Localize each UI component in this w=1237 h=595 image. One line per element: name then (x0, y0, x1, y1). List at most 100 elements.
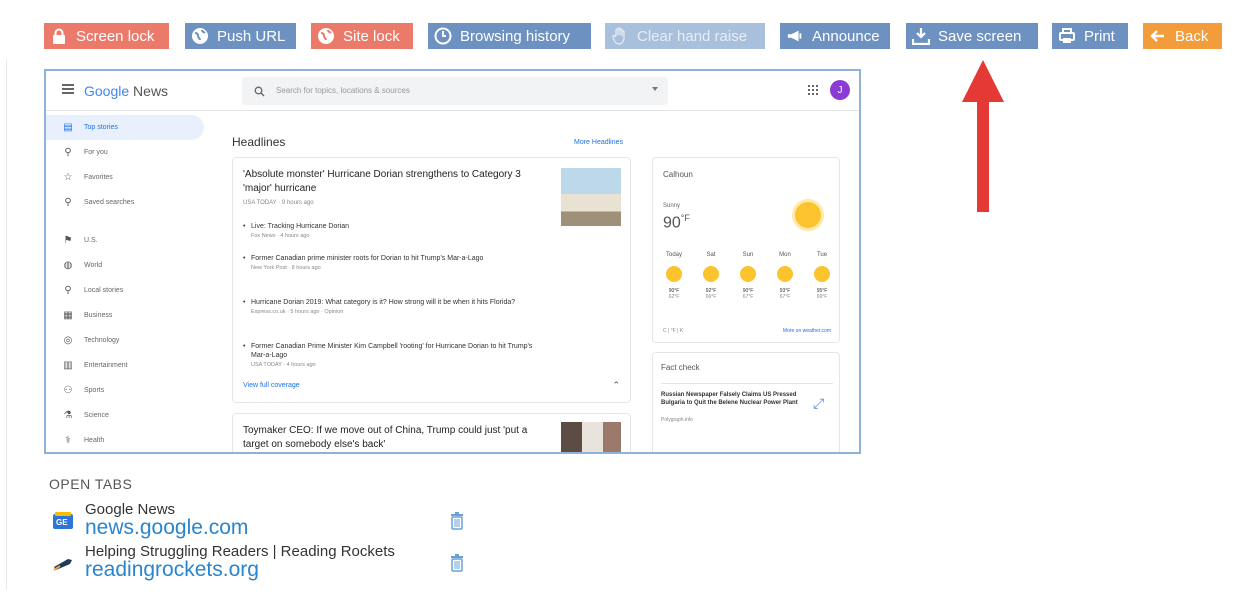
clock-icon (434, 27, 452, 45)
forecast-day: Sat 92°F 66°F (696, 252, 726, 300)
main-story-card: 'Absolute monster' Hurricane Dorian stre… (232, 157, 631, 403)
bullet: • (243, 343, 246, 350)
print-label: Print (1084, 27, 1115, 45)
flag-icon: ⚑ (63, 235, 73, 246)
tab-url-link[interactable]: news.google.com (85, 516, 248, 540)
more-headlines-link: More Headlines (574, 139, 624, 146)
chevron-down-icon (652, 87, 658, 91)
bullet: • (243, 223, 246, 230)
sidebar-item-label: Business (84, 312, 113, 319)
sub-story-source: New York Post · 8 hours ago (251, 265, 321, 271)
logo-news: News (133, 83, 169, 99)
clear-hand-raise-button[interactable]: Clear hand raise (605, 23, 765, 49)
apps-grid-icon (808, 85, 818, 95)
browsing-history-button[interactable]: Browsing history (428, 23, 591, 49)
weather-city: Calhoun (663, 170, 693, 179)
open-tab-row[interactable]: Helping Struggling Readers | Reading Roc… (52, 543, 472, 585)
megaphone-icon (786, 27, 804, 45)
google-news-icon: GE (52, 511, 74, 531)
star-icon: ☆ (63, 172, 73, 183)
sidebar-item-label: Local stories (84, 287, 124, 294)
forecast-day: Today 90°F 62°F (659, 252, 689, 300)
sidebar-item-label: Health (84, 437, 105, 444)
bullet: • (243, 255, 246, 262)
weather-more-link: More on weather.com (782, 328, 831, 334)
sidebar-item-local-stories: ⚲ Local stories (46, 278, 216, 303)
menu-icon (62, 84, 74, 94)
sun-icon (666, 266, 682, 282)
weather-card: Calhoun Sunny 90°F Today 90°F 62°F Sat 92°F… (652, 157, 840, 343)
expand-icon: ⤢ (813, 395, 825, 411)
back-button[interactable]: Back (1143, 23, 1222, 49)
sidebar-item-us: ⚑ U.S. (46, 228, 216, 253)
site-lock-label: Site lock (343, 27, 400, 45)
printer-icon (1058, 27, 1076, 45)
bike-icon: ⚇ (63, 385, 73, 396)
sidebar-item-label: Sports (84, 387, 105, 394)
day-label: Today (665, 252, 682, 258)
trash-icon[interactable] (450, 512, 464, 530)
sub-story: • Former Canadian Prime Minister Kim Cam… (243, 342, 543, 370)
globe-icon: ◍ (63, 260, 73, 271)
sidebar-item-label: Saved searches (84, 199, 135, 206)
sidebar-item-label: Favorites (84, 174, 113, 181)
sidebar-item-technology: ◎ Technology (46, 328, 216, 353)
sidebar-item-health: ⚕ Health (46, 428, 216, 452)
site-lock-button[interactable]: Site lock (311, 23, 413, 49)
divider (46, 219, 216, 220)
chip-icon: ◎ (63, 335, 73, 346)
sun-icon (703, 266, 719, 282)
announce-label: Announce (812, 27, 880, 45)
sidebar-item-label: Entertainment (84, 362, 128, 369)
save-screen-button[interactable]: Save screen (906, 23, 1038, 49)
main-story-source: USA TODAY · 9 hours ago (243, 200, 314, 206)
building-icon: ▦ (63, 310, 73, 321)
day-low: 67°F (742, 294, 754, 300)
google-news-logo: Google News (84, 83, 168, 99)
push-url-button[interactable]: Push URL (185, 23, 296, 49)
sub-story-title: Former Canadian prime minister roots for… (251, 255, 484, 262)
sub-story-title: Live: Tracking Hurricane Dorian (251, 223, 350, 230)
sidebar-item-label: World (84, 262, 103, 269)
forecast-day: Tue 95°F 69°F (807, 252, 837, 300)
globe-icon (191, 27, 209, 45)
sub-story: • Former Canadian prime minister roots f… (243, 254, 543, 273)
forecast-day: Mon 93°F 67°F (770, 252, 800, 300)
day-low: 66°F (705, 294, 717, 300)
main-story-title: 'Absolute monster' Hurricane Dorian stre… (243, 169, 521, 194)
trash-icon[interactable] (450, 554, 464, 572)
tab-url-link[interactable]: readingrockets.org (85, 558, 259, 582)
print-button[interactable]: Print (1052, 23, 1128, 49)
fact-check-card: Fact check Russian Newspaper Falsely Cla… (652, 352, 840, 452)
toolbar: Screen lock Push URL Site lock Browsing … (0, 23, 1237, 49)
day-low: 69°F (816, 294, 828, 300)
forecast: Today 90°F 62°F Sat 92°F 66°F Sun 90°F 67°F Mo… (659, 252, 837, 300)
download-icon (912, 27, 930, 45)
partly-sunny-icon (740, 266, 756, 282)
hand-icon (611, 27, 629, 45)
sidebar-item-saved-searches: ⚲ Saved searches (46, 190, 216, 215)
sidebar-item-label: U.S. (84, 237, 98, 244)
open-tab-row[interactable]: GE Google News news.google.com (52, 501, 472, 543)
flask-icon: ⚗ (63, 410, 73, 421)
story-card: Toymaker CEO: If we move out of China, T… (232, 413, 631, 452)
browsing-history-label: Browsing history (460, 27, 571, 45)
sidebar-item-entertainment: ▥ Entertainment (46, 353, 216, 378)
headlines-title: Headlines (232, 135, 286, 149)
story-thumbnail (561, 422, 621, 452)
globe-lock-icon (317, 27, 335, 45)
svg-text:GE: GE (56, 518, 68, 527)
classroom-monitor-view: Screen lock Push URL Site lock Browsing … (0, 0, 1237, 595)
announce-button[interactable]: Announce (780, 23, 890, 49)
student-screen-capture[interactable]: Google News Search for topics, locations… (44, 69, 861, 454)
sidebar-item-for-you: ⚲ For you (46, 140, 216, 165)
divider (6, 60, 7, 590)
health-icon: ⚕ (65, 435, 71, 446)
google-news-header: Google News Search for topics, locations… (46, 71, 859, 111)
arrow-left-icon (1149, 27, 1167, 45)
day-label: Tue (816, 252, 828, 258)
screen-lock-button[interactable]: Screen lock (44, 23, 169, 49)
weather-temperature: 90°F (663, 213, 690, 232)
partly-sunny-icon (777, 266, 793, 282)
temp-unit: °F (680, 213, 690, 223)
